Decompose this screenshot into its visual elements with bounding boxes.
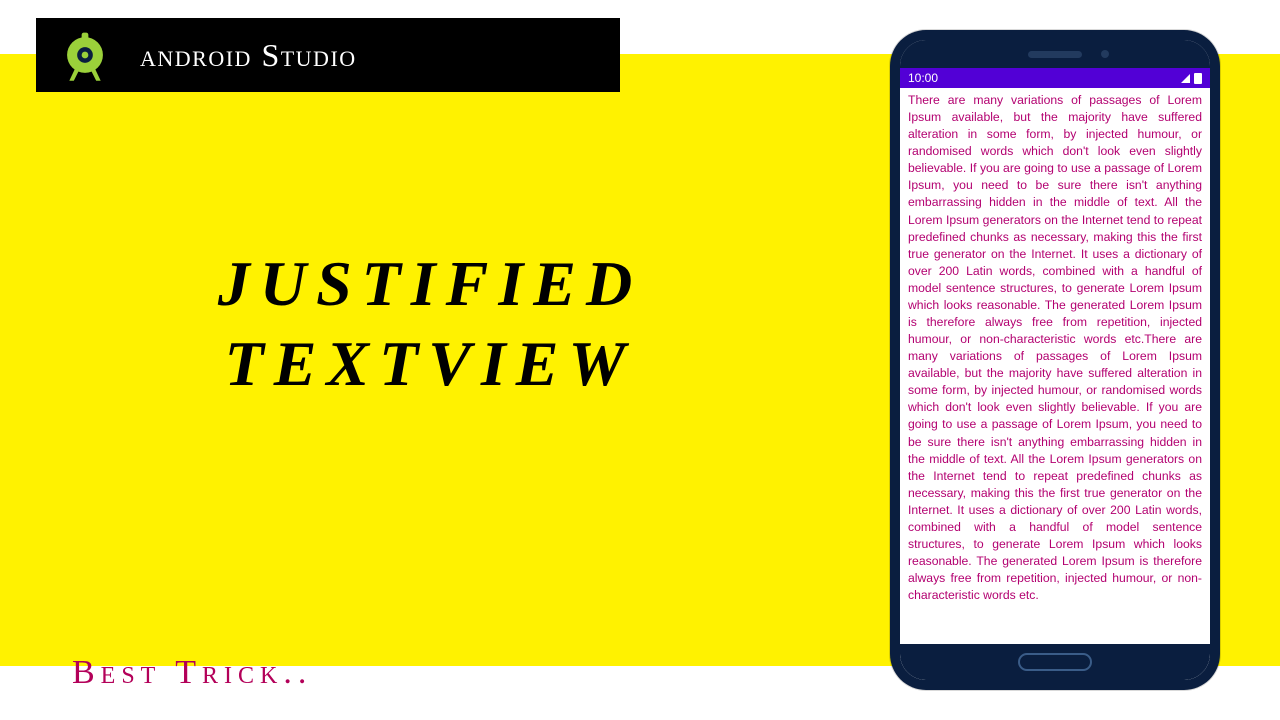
main-title: JUSTIFIED TEXTVIEW xyxy=(120,244,740,404)
android-studio-logo-icon xyxy=(36,18,134,92)
thumbnail-canvas: android Studio JUSTIFIED TEXTVIEW Best T… xyxy=(0,0,1280,720)
phone-mockup: 10:00 There are many variations of passa… xyxy=(890,30,1220,690)
signal-icon xyxy=(1181,74,1190,83)
footer-subtitle: Best Trick.. xyxy=(72,654,312,692)
textview-content: There are many variations of passages of… xyxy=(900,88,1210,644)
main-title-line2: TEXTVIEW xyxy=(120,324,740,404)
header-title: android Studio xyxy=(134,37,620,74)
header-bar: android Studio xyxy=(36,18,620,92)
phone-screen: 10:00 There are many variations of passa… xyxy=(900,40,1210,680)
main-title-line1: JUSTIFIED xyxy=(120,244,740,324)
phone-top-bezel xyxy=(900,40,1210,68)
status-time: 10:00 xyxy=(908,71,938,85)
home-button-icon xyxy=(1018,653,1092,671)
status-icons xyxy=(1181,73,1202,84)
android-status-bar: 10:00 xyxy=(900,68,1210,88)
battery-icon xyxy=(1194,73,1202,84)
phone-bottom-bezel xyxy=(900,644,1210,680)
camera-icon xyxy=(1101,50,1109,58)
speaker-icon xyxy=(1028,51,1082,58)
